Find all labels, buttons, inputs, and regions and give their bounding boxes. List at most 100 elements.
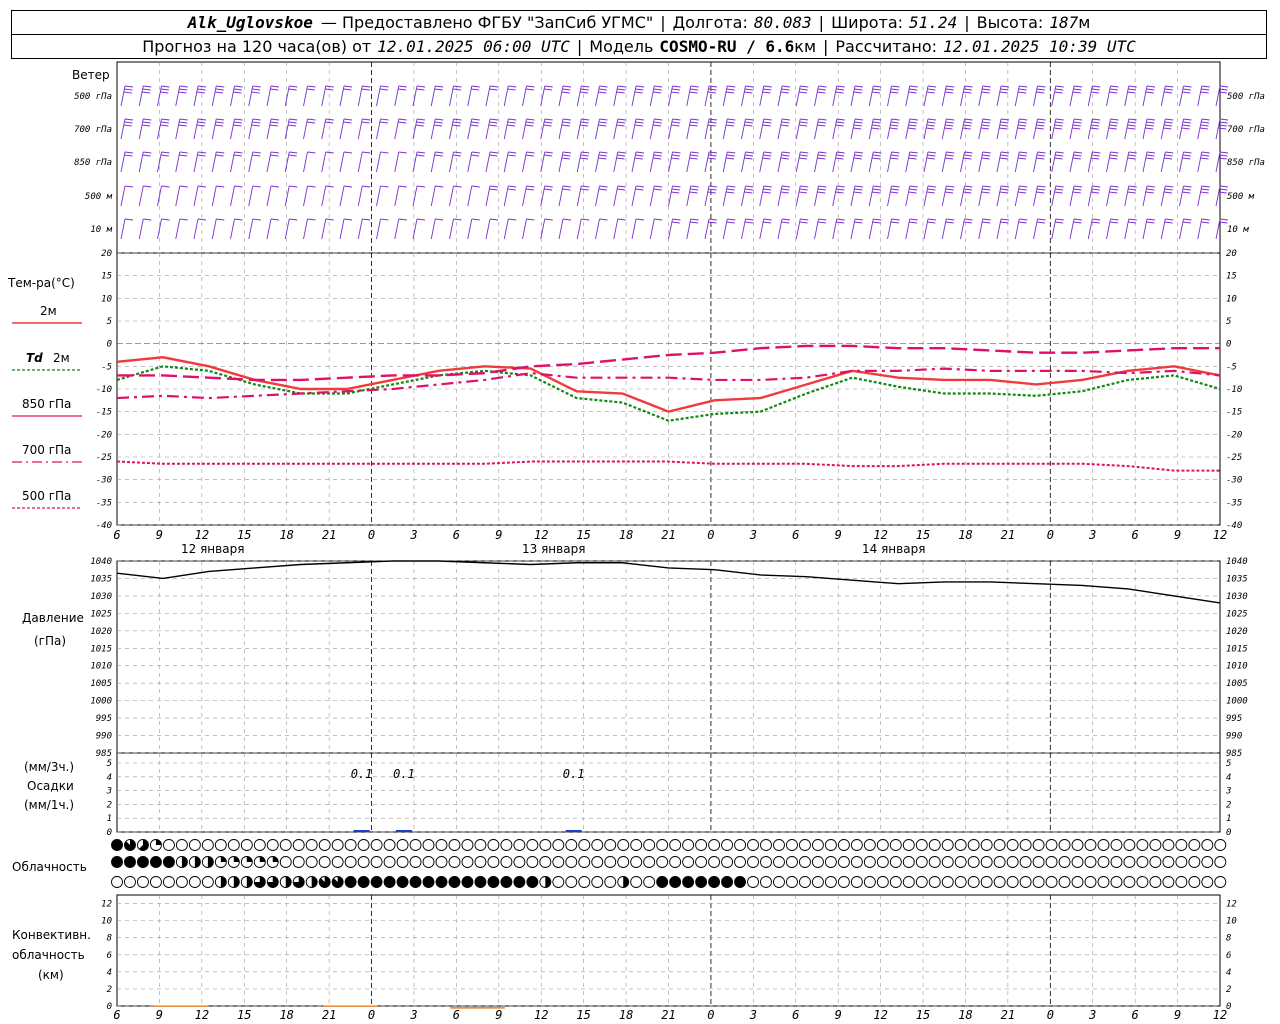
- wind-barb: [138, 218, 152, 240]
- cloud-cover-symbol: [526, 856, 539, 868]
- wind-barb-flag: [672, 218, 681, 221]
- y-tick-label-right: 5: [1226, 759, 1231, 769]
- wind-barb-flag: [909, 121, 918, 124]
- wind-barb-flag: [543, 124, 552, 127]
- wind-barb-flag: [380, 218, 389, 221]
- wind-barb-flag: [871, 157, 881, 160]
- wind-barb: [941, 218, 955, 240]
- wind-barb-flag: [635, 88, 644, 91]
- wind-barb-flag: [653, 188, 662, 191]
- wind-barb-flag: [362, 218, 371, 221]
- cloud-cover-symbol: [617, 856, 630, 868]
- cloud-circle: [980, 839, 993, 851]
- x-tick-label: 18: [279, 528, 293, 542]
- wind-barb-flag: [817, 88, 826, 91]
- wind-barb-flag: [798, 91, 808, 94]
- cloud-circle: [175, 839, 188, 851]
- wind-barb-flag: [215, 88, 224, 91]
- cloud-circle: [448, 856, 461, 868]
- cloud-circle: [811, 839, 824, 851]
- wind-barb: [284, 85, 298, 107]
- cloud-cover-symbol: [227, 876, 240, 888]
- wind-barb-flag: [471, 88, 480, 91]
- wind-barb-flag: [853, 91, 862, 94]
- cloud-circle: [331, 839, 344, 851]
- wind-barb-flag: [252, 151, 261, 154]
- wind-barb: [905, 218, 918, 240]
- cloud-circle: [1071, 839, 1084, 851]
- y-tick-label-left: 12: [101, 900, 112, 910]
- wind-barb-flag: [306, 88, 315, 91]
- wind-barb-flag: [289, 218, 298, 221]
- wind-barb: [193, 218, 207, 240]
- wind-barb-flag: [562, 188, 571, 191]
- wind-barb: [814, 185, 827, 207]
- wind-barb-flag: [489, 154, 498, 157]
- wind-barb: [157, 185, 170, 207]
- wind-barb: [741, 118, 754, 140]
- cloud-circle: [1214, 839, 1227, 851]
- wind-barb-flag: [1128, 218, 1137, 221]
- legend-t2m-label: 2м: [40, 304, 57, 318]
- x-tick-label: 9: [156, 1008, 163, 1022]
- wind-barb: [284, 151, 298, 173]
- x-tick-label: 9: [495, 1008, 502, 1022]
- cloud-cover-symbol: [941, 856, 954, 868]
- wind-barb: [595, 185, 608, 207]
- cloud-circle: [1019, 876, 1032, 888]
- y-tick-label-right: 2: [1226, 985, 1231, 995]
- wind-barb: [649, 218, 663, 240]
- wind-barb: [522, 85, 535, 107]
- wind-level-label-right: 10 м: [1227, 225, 1249, 235]
- wind-barb-flag: [1201, 218, 1210, 221]
- wind-barb-flag: [544, 154, 553, 157]
- wind-barb-flag: [471, 185, 480, 188]
- wind-barb: [1014, 151, 1028, 173]
- y-tick-label-left: -35: [96, 498, 112, 508]
- cloud-circle: [1084, 876, 1097, 888]
- wind-barb-flag: [1018, 121, 1027, 124]
- wind-barb-flag: [581, 218, 590, 221]
- wind-barb: [193, 185, 207, 207]
- x-tick-label: 12: [195, 1008, 209, 1022]
- wind-barb-flag: [763, 221, 772, 224]
- wind-barb-flag: [873, 85, 882, 88]
- wind-barb-flag: [745, 118, 754, 121]
- wind-barb-flag: [763, 218, 772, 221]
- y-tick-label-right: 0: [1226, 340, 1231, 350]
- wind-barb: [595, 151, 608, 173]
- cloud-cover-symbol: [188, 856, 201, 868]
- cloud-circle: [266, 839, 279, 851]
- cloud-circle: [1045, 856, 1058, 868]
- wind-barb: [978, 185, 991, 207]
- wind-barb-flag: [1200, 191, 1209, 194]
- wind-barb: [321, 85, 334, 107]
- wind-barb-flag: [343, 151, 353, 154]
- wind-barb-flag: [544, 188, 553, 191]
- wind-barb-flag: [1055, 218, 1064, 221]
- y-tick-label-left: 20: [101, 249, 112, 259]
- wind-barb-flag: [744, 88, 753, 91]
- cloud-cover-symbol: [162, 876, 175, 888]
- wind-level-label-right: 500 гПа: [1227, 92, 1265, 102]
- wind-barb-flag: [270, 218, 280, 221]
- legend-700-label: 700 гПа: [22, 443, 71, 457]
- wind-barb-flag: [1146, 185, 1156, 188]
- wind-barb-flag: [854, 88, 863, 91]
- wind-barb: [1160, 151, 1174, 173]
- wind-barb-flag: [380, 151, 389, 154]
- wind-barb-flag: [1165, 185, 1174, 188]
- wind-barb-flag: [818, 185, 827, 188]
- cloud-cover-symbol: [915, 839, 928, 851]
- wind-barb-flag: [398, 121, 407, 124]
- wind-barb-flag: [1017, 191, 1027, 194]
- cloud-circle: [383, 856, 396, 868]
- wind-barb-flag: [800, 185, 809, 188]
- cloud-circle: [811, 876, 824, 888]
- wind-barb: [558, 118, 572, 140]
- wind-barb-flag: [963, 124, 972, 127]
- cloud-cover-symbol: [409, 856, 422, 868]
- wind-barb: [339, 185, 353, 207]
- wind-barb-flag: [433, 124, 443, 127]
- wind-barb-flag: [1000, 88, 1009, 91]
